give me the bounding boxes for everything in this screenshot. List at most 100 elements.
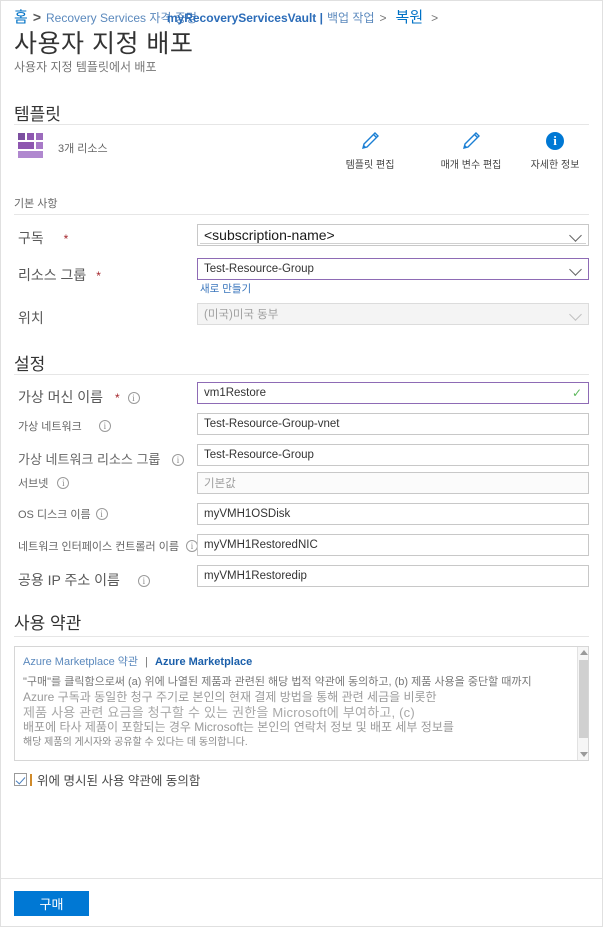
custom-deployment-blade: 홈 > Recovery Services 자격 증명 myRecoverySe… [0, 0, 603, 927]
location-value: (미국)미국 동부 [204, 309, 279, 321]
vnet-resource-group-label: 가상 네트워크 리소스 그룹 i [18, 449, 185, 468]
breadcrumb-restore[interactable]: 복원 [396, 6, 424, 27]
info-icon[interactable]: i [98, 420, 111, 432]
edit-parameters-button[interactable]: 매개 변수 편집 [426, 130, 516, 171]
terms-links: Azure Marketplace 약관 | Azure Marketplace [23, 653, 252, 669]
subnet-label: 서브넷 i [18, 475, 70, 491]
nic-name-label-text: 네트워크 인터페이스 컨트롤러 이름 [18, 541, 179, 553]
breadcrumb-vault-name[interactable]: myRecoveryServicesVault | [167, 11, 323, 25]
resource-group-select[interactable]: Test-Resource-Group [197, 258, 589, 280]
subnet-input[interactable]: 기본값 [197, 472, 589, 494]
nic-name-input[interactable]: myVMH1RestoredNIC [197, 534, 589, 556]
terms-body: "구매"를 클릭함으로써 (a) 위에 나열된 제품과 관련된 해당 법적 약관… [23, 675, 568, 750]
terms-line: 배포에 타사 제품이 포함되는 경우 Microsoft는 본인의 연락처 정보… [23, 720, 454, 734]
page-subtitle: 사용자 지정 템플릿에서 배포 [14, 60, 157, 74]
page-title: 사용자 지정 배포 [14, 30, 194, 58]
public-ip-name-value: myVMH1Restoredip [204, 570, 307, 582]
chevron-down-icon [570, 263, 582, 275]
template-section-divider [14, 124, 589, 125]
vm-name-value: vm1Restore [204, 387, 266, 399]
chevron-down-icon [570, 308, 582, 320]
resource-group-value: Test-Resource-Group [204, 263, 314, 275]
breadcrumb-backup-jobs[interactable]: 백업 작업 [327, 9, 375, 26]
virtual-network-label: 가상 네트워크 i [18, 418, 111, 434]
learn-more-button[interactable]: i 자세한 정보 [510, 130, 600, 171]
learn-more-label: 자세한 정보 [530, 160, 580, 171]
info-icon[interactable]: i [137, 575, 150, 587]
purchase-button[interactable]: 구매 [14, 891, 89, 916]
edit-template-label: 템플릿 편집 [345, 160, 395, 171]
vnet-resource-group-label-text: 가상 네트워크 리소스 그룹 [18, 452, 161, 467]
create-new-resource-group-link[interactable]: 새로 만들기 [200, 281, 251, 296]
vnet-resource-group-input[interactable]: Test-Resource-Group [197, 444, 589, 466]
nic-name-label: 네트워크 인터페이스 컨트롤러 이름 i [18, 538, 199, 554]
valid-check-icon: ✓ [571, 386, 582, 400]
terms-panel: Azure Marketplace 약관 | Azure Marketplace… [14, 646, 589, 761]
breadcrumb-separator-icon-2: > [379, 11, 387, 25]
scroll-down-icon[interactable] [580, 752, 588, 757]
virtual-network-input[interactable]: Test-Resource-Group-vnet [197, 413, 589, 435]
breadcrumb-separator-icon: > [32, 9, 41, 25]
info-icon[interactable]: i [95, 508, 108, 520]
vm-name-label-text: 가상 머신 이름 [18, 389, 104, 405]
terms-section-heading: 사용 약관 [14, 614, 82, 633]
agree-terms-row[interactable]: 위에 명시된 사용 약관에 동의함 [14, 770, 200, 789]
resource-group-label-text: 리소스 그룹 [18, 267, 87, 283]
subscription-label: 구독 * [18, 228, 68, 248]
subnet-label-text: 서브넷 [18, 478, 49, 490]
basics-section-divider [14, 214, 589, 215]
os-disk-name-input[interactable]: myVMH1OSDisk [197, 503, 589, 525]
vm-name-required-marker: * [114, 391, 120, 405]
scrollbar-thumb[interactable] [579, 660, 588, 738]
text-cursor-indicator [30, 773, 32, 786]
azure-marketplace-link[interactable]: Azure Marketplace [155, 656, 252, 668]
edit-template-button[interactable]: 템플릿 편집 [325, 130, 415, 171]
subscription-value: <subscription-name> [204, 227, 335, 243]
resource-group-required-marker: * [96, 269, 101, 283]
template-resource-count: 3개 리소스 [58, 143, 108, 155]
info-icon[interactable]: i [57, 477, 70, 489]
chevron-down-icon [570, 229, 582, 241]
info-icon: i [510, 130, 600, 154]
virtual-network-label-text: 가상 네트워크 [18, 421, 82, 433]
pencil-icon [325, 130, 415, 154]
os-disk-name-label-text: OS 디스크 이름 [18, 509, 91, 521]
template-blocks-icon [18, 133, 50, 163]
os-disk-name-label: OS 디스크 이름 i [18, 506, 108, 522]
info-icon[interactable]: i [172, 454, 185, 466]
vm-name-input[interactable]: vm1Restore ✓ [197, 382, 589, 404]
virtual-network-value: Test-Resource-Group-vnet [204, 418, 340, 430]
location-select: (미국)미국 동부 [197, 303, 589, 325]
subscription-required-marker: * [63, 232, 69, 246]
public-ip-name-label-text: 공용 IP 주소 이름 [18, 572, 120, 588]
os-disk-name-value: myVMH1OSDisk [204, 508, 291, 520]
azure-marketplace-terms-link[interactable]: Azure Marketplace 약관 [23, 656, 138, 668]
settings-section-heading: 설정 [14, 355, 46, 374]
terms-line: 해당 제품의 게시자와 공유할 수 있다는 데 동의합니다. [23, 737, 248, 748]
terms-link-separator: | [145, 656, 148, 668]
agree-terms-checkbox[interactable] [14, 773, 27, 786]
pencil-icon [426, 130, 516, 154]
settings-section-divider [14, 374, 589, 375]
vnet-resource-group-value: Test-Resource-Group [204, 449, 314, 461]
terms-line: "구매"를 클릭함으로써 (a) 위에 나열된 제품과 관련된 해당 법적 약관… [23, 676, 532, 688]
public-ip-name-label: 공용 IP 주소 이름 i [18, 570, 150, 590]
agree-terms-label: 위에 명시된 사용 약관에 동의함 [37, 774, 201, 788]
edit-parameters-label: 매개 변수 편집 [440, 160, 502, 171]
scroll-up-icon[interactable] [580, 650, 588, 655]
terms-scrollbar[interactable] [577, 647, 588, 760]
info-icon[interactable]: i [127, 392, 140, 404]
terms-line: Azure 구독과 동일한 청구 주기로 본인의 현재 결제 방법을 통해 관련… [23, 690, 437, 704]
basics-section-heading: 기본 사항 [14, 198, 58, 210]
location-label: 위치 [18, 310, 44, 326]
subscription-value-underline [200, 243, 586, 244]
terms-section-divider [14, 636, 589, 637]
subscription-label-text: 구독 [18, 230, 44, 246]
nic-name-value: myVMH1RestoredNIC [204, 539, 318, 551]
subnet-placeholder: 기본값 [204, 478, 236, 490]
resource-group-label: 리소스 그룹 * [18, 265, 101, 285]
template-section-heading: 템플릿 [14, 105, 61, 124]
public-ip-name-input[interactable]: myVMH1Restoredip [197, 565, 589, 587]
footer-divider [0, 878, 603, 879]
terms-line: 제품 사용 관련 요금을 청구할 수 있는 권한을 Microsoft에 부여하… [23, 705, 415, 720]
